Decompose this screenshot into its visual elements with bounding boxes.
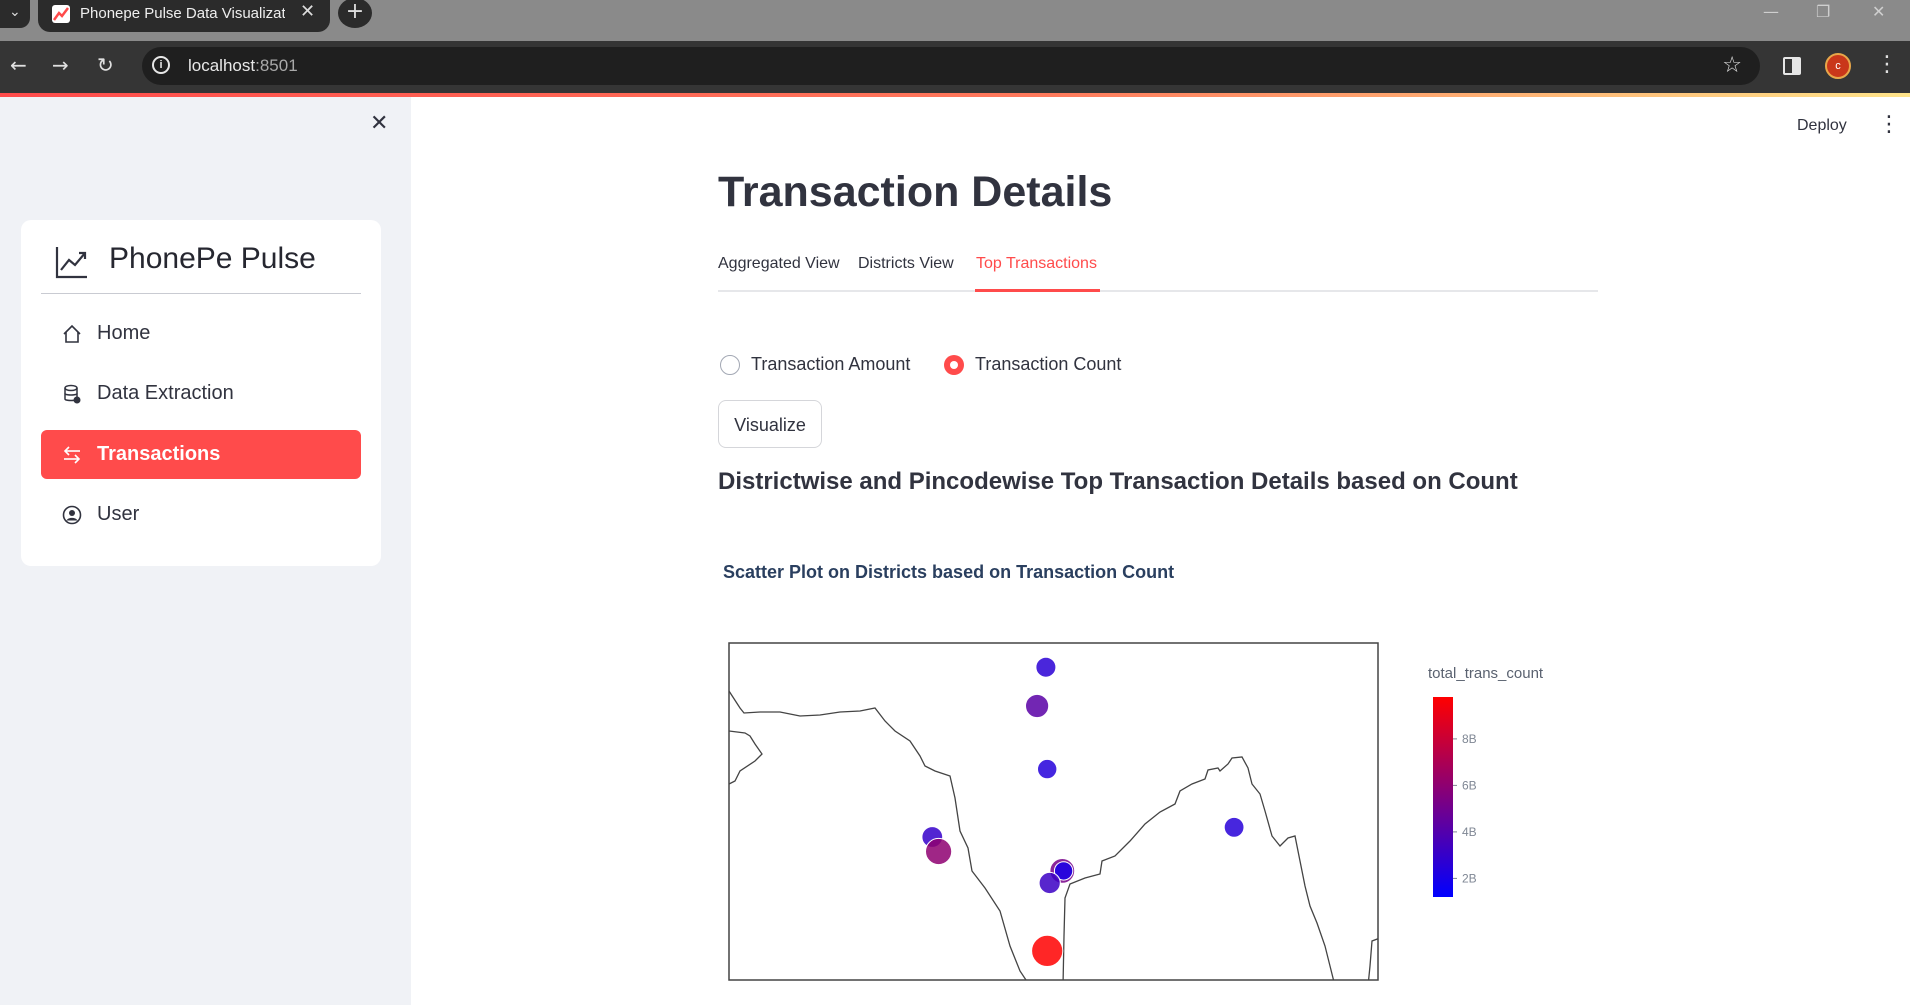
sidebar-item-transactions[interactable]: Transactions (41, 430, 361, 479)
sidebar-item-data-extraction[interactable]: Data Extraction (41, 369, 361, 418)
scatter-point[interactable] (1031, 934, 1064, 967)
scatter-point[interactable] (1038, 871, 1061, 895)
colorbar-tick-label: 6B (1462, 778, 1477, 792)
browser-menu-icon[interactable]: ⋮ (1876, 53, 1898, 77)
sidebar-item-label: User (97, 503, 140, 525)
colorbar-tick-label: 2B (1462, 871, 1477, 885)
graph-up-icon (55, 247, 87, 279)
person-circle-icon (62, 505, 82, 525)
option-menu: PhonePe Pulse Home Data Extraction Trans… (21, 220, 381, 566)
radio-button[interactable] (944, 355, 964, 375)
reload-icon[interactable]: ↻ (97, 53, 114, 77)
deploy-button[interactable]: Deploy (1797, 117, 1847, 135)
radio-label: Transaction Count (975, 354, 1122, 374)
sidebar-app-title: PhonePe Pulse (109, 242, 316, 275)
scatter-point[interactable] (925, 837, 953, 866)
colorbar-tick-label: 8B (1462, 732, 1477, 746)
tabs-baseline (718, 290, 1598, 292)
window-close-icon[interactable]: ✕ (1872, 2, 1885, 21)
url-text[interactable]: localhost:8501 (188, 56, 298, 76)
sidebar: ✕ PhonePe Pulse Home Data Extraction Tra… (0, 97, 411, 1005)
scatter-point[interactable] (1035, 656, 1057, 678)
tab-search-button[interactable]: ⌄ (0, 0, 30, 28)
visualize-button[interactable]: Visualize (718, 400, 822, 448)
scatter-map-chart[interactable]: total_trans_count 2B 4B 6B 8B (720, 636, 1580, 986)
new-tab-button[interactable]: + (338, 0, 372, 28)
tab-top-transactions[interactable]: Top Transactions (976, 255, 1097, 273)
bookmark-star-icon[interactable]: ☆ (1722, 53, 1742, 78)
browser-tab[interactable]: Phonepe Pulse Data Visualizatio ✕ (38, 0, 330, 32)
house-icon (63, 324, 81, 343)
tab-districts-view[interactable]: Districts View (858, 255, 954, 273)
close-sidebar-icon[interactable]: ✕ (370, 111, 388, 136)
sidebar-item-user[interactable]: User (41, 490, 361, 539)
chart-title: Scatter Plot on Districts based on Trans… (723, 562, 1175, 582)
active-tab-indicator (975, 289, 1100, 292)
colorbar-title: total_trans_count (1428, 665, 1544, 682)
radio-button[interactable] (720, 355, 740, 375)
forward-arrow-icon[interactable]: → (52, 53, 69, 77)
chevron-down-icon: ⌄ (9, 4, 21, 20)
restore-icon[interactable]: ❐ (1816, 2, 1830, 21)
sidebar-item-home[interactable]: Home (41, 309, 361, 358)
chart-favicon-icon (52, 5, 70, 23)
tab-aggregated-view[interactable]: Aggregated View (718, 255, 840, 273)
browser-tab-strip: ⌄ Phonepe Pulse Data Visualizatio ✕ + — … (0, 0, 1910, 41)
colorbar (1433, 697, 1453, 897)
sidebar-item-label: Transactions (97, 443, 221, 465)
browser-toolbar: ← → ↻ i localhost:8501 ☆ c ⋮ (0, 41, 1910, 93)
section-heading: Districtwise and Pincodewise Top Transac… (718, 468, 1518, 495)
map-frame (728, 642, 1379, 981)
database-gear-icon (64, 384, 81, 404)
side-panel-icon[interactable] (1783, 57, 1801, 75)
radio-label: Transaction Amount (751, 354, 911, 374)
colorbar-ticks: 2B 4B 6B 8B (1453, 732, 1477, 885)
browser-tab-title: Phonepe Pulse Data Visualizatio (80, 5, 285, 22)
close-tab-icon[interactable]: ✕ (300, 1, 315, 22)
sidebar-item-label: Data Extraction (97, 382, 234, 404)
scatter-point[interactable] (1223, 816, 1245, 838)
address-bar[interactable]: i localhost:8501 ☆ (142, 47, 1760, 85)
site-info-icon[interactable]: i (152, 56, 170, 74)
arrow-left-right-icon (63, 446, 81, 464)
scatter-point[interactable] (1025, 693, 1050, 719)
main-menu-icon[interactable]: ⋮ (1878, 112, 1900, 137)
sidebar-item-label: Home (97, 322, 151, 344)
colorbar-tick-label: 4B (1462, 825, 1477, 839)
profile-avatar[interactable]: c (1825, 53, 1851, 79)
minimize-icon[interactable]: — (1763, 2, 1779, 21)
page-title: Transaction Details (718, 168, 1113, 216)
view-tabs: Aggregated View Districts View Top Trans… (718, 252, 1598, 292)
scatter-point[interactable] (1037, 758, 1058, 780)
back-arrow-icon[interactable]: ← (10, 53, 27, 77)
menu-divider (41, 293, 361, 294)
